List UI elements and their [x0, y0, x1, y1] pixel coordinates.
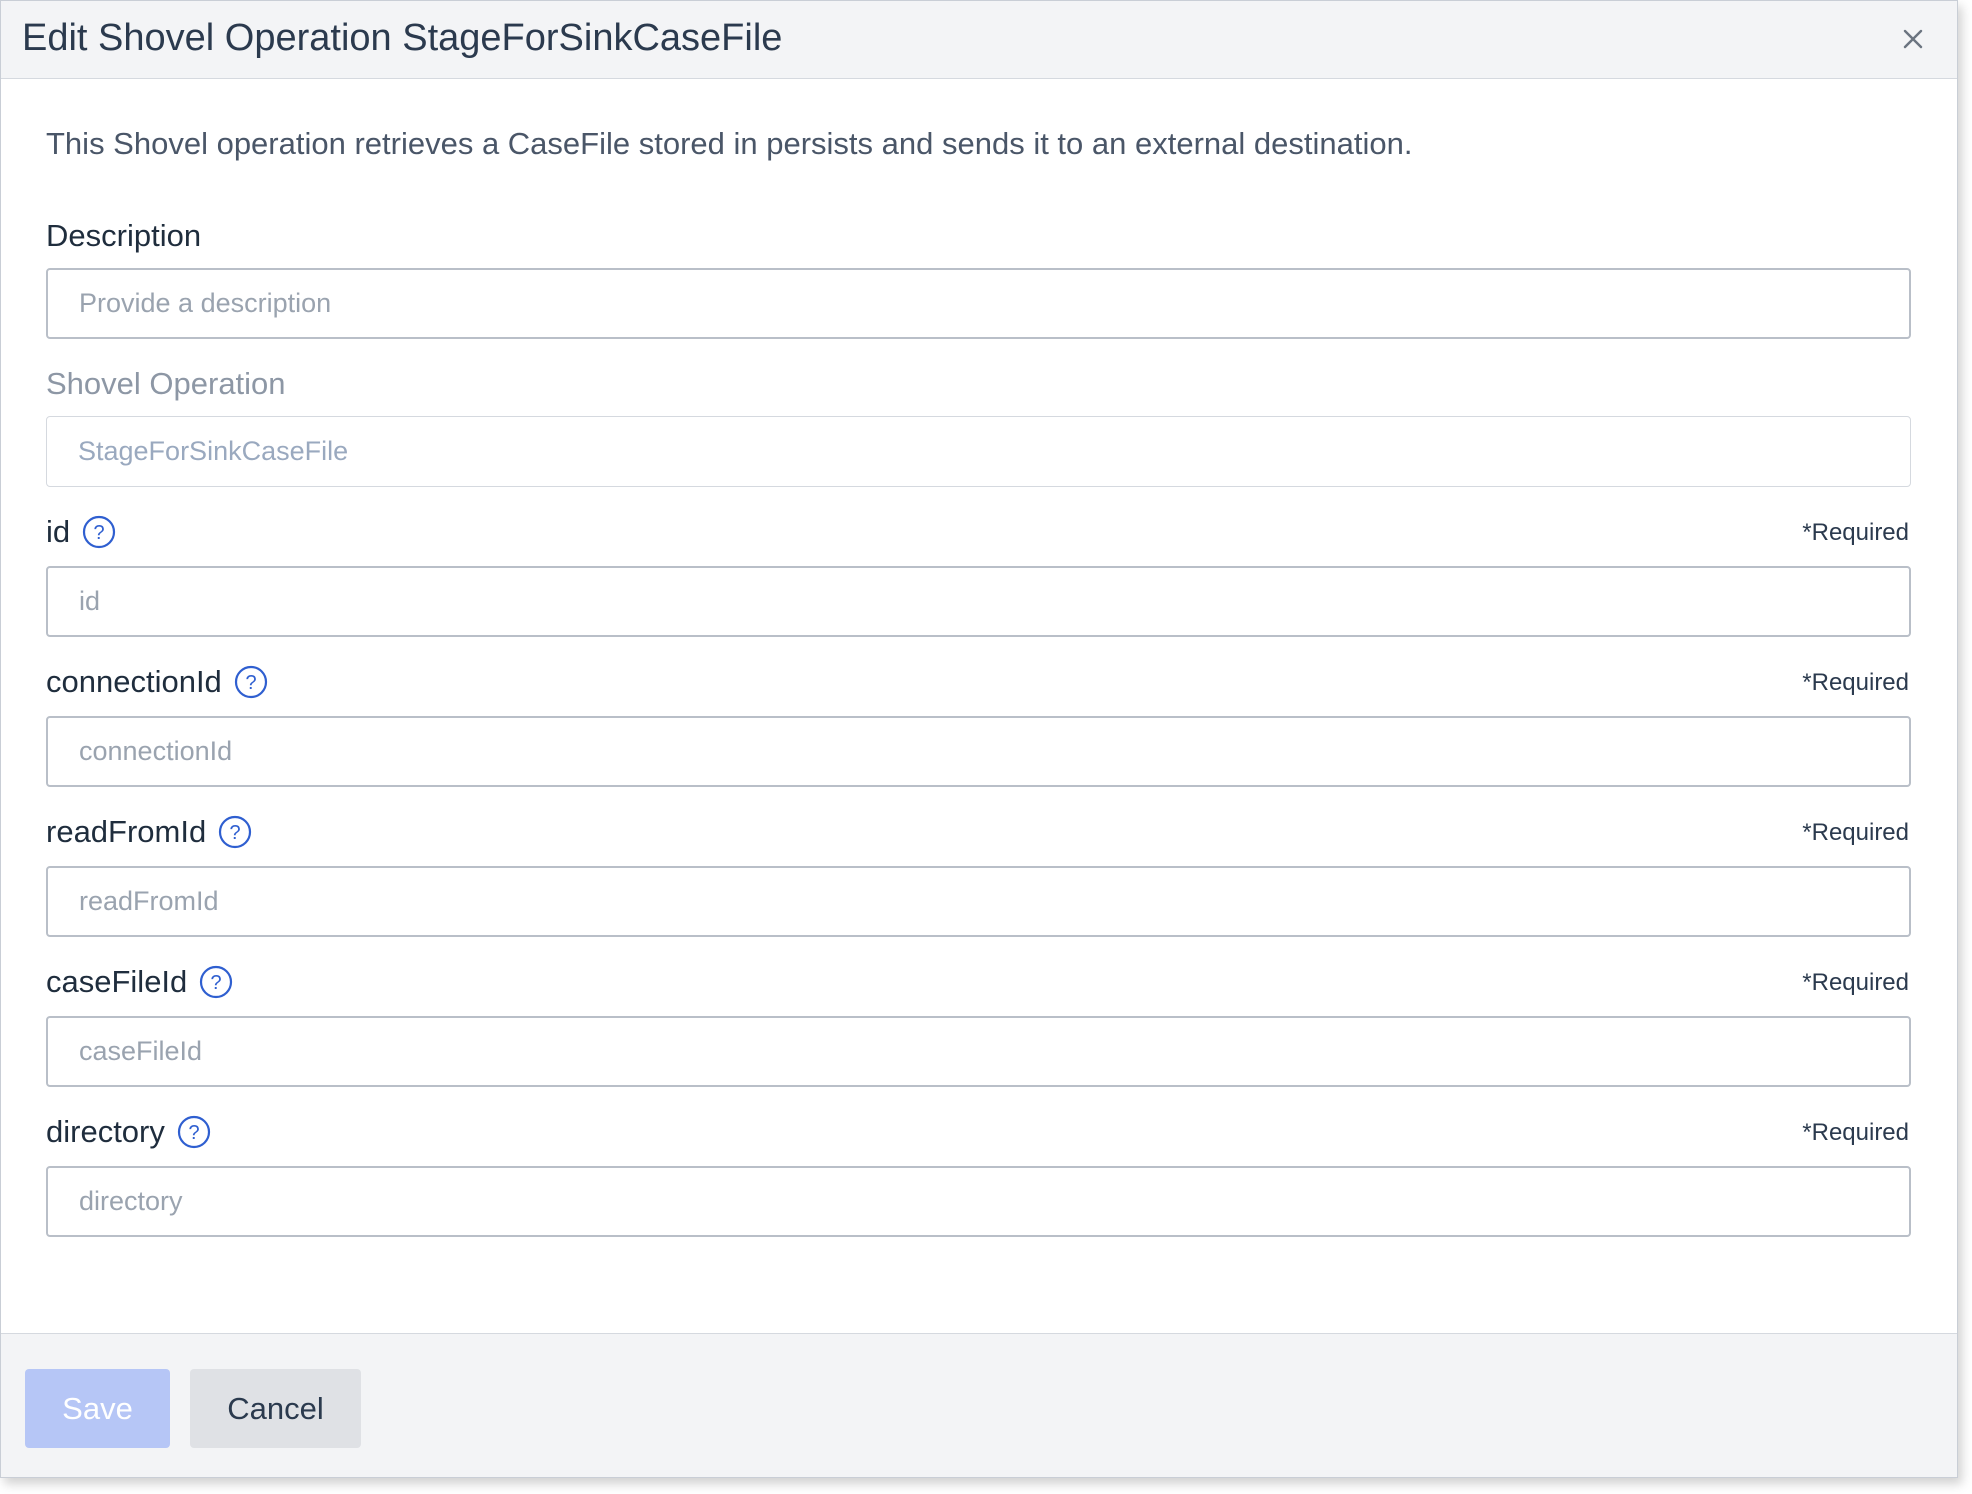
readfromid-label: readFromId ? — [46, 813, 252, 851]
svg-text:?: ? — [211, 972, 222, 994]
connectionid-input[interactable] — [46, 716, 1911, 787]
directory-input[interactable] — [46, 1166, 1911, 1237]
connectionid-required-note: *Required — [1802, 669, 1909, 696]
readfromid-help-icon[interactable]: ? — [218, 815, 252, 849]
id-label: id ? — [46, 513, 116, 551]
id-help-icon[interactable]: ? — [82, 515, 116, 549]
description-label-text: Description — [46, 218, 202, 253]
casefileid-help-icon[interactable]: ? — [199, 965, 233, 999]
edit-shovel-dialog: Edit Shovel Operation StageForSinkCaseFi… — [0, 0, 1958, 1478]
close-button[interactable] — [1899, 25, 1927, 53]
dialog-title: Edit Shovel Operation StageForSinkCaseFi… — [22, 17, 783, 59]
readfromid-label-text: readFromId — [46, 814, 207, 849]
svg-text:?: ? — [230, 822, 241, 844]
close-icon — [1903, 29, 1923, 49]
connectionid-label-text: connectionId — [46, 664, 222, 699]
casefileid-label-text: caseFileId — [46, 964, 188, 999]
id-label-text: id — [46, 514, 71, 549]
id-required-note: *Required — [1802, 519, 1909, 546]
casefileid-required-note: *Required — [1802, 969, 1909, 996]
dialog-intro-text: This Shovel operation retrieves a CaseFi… — [46, 126, 1413, 161]
directory-label-text: directory — [46, 1114, 165, 1149]
cancel-button[interactable]: Cancel — [190, 1369, 361, 1448]
casefileid-label: caseFileId ? — [46, 963, 233, 1001]
dialog-footer: Save Cancel — [1, 1333, 1957, 1477]
connectionid-label: connectionId ? — [46, 663, 268, 701]
casefileid-input[interactable] — [46, 1016, 1911, 1087]
shovel-operation-label-text: Shovel Operation — [46, 366, 286, 401]
connectionid-help-icon[interactable]: ? — [234, 665, 268, 699]
svg-text:?: ? — [245, 672, 256, 694]
directory-required-note: *Required — [1802, 1119, 1909, 1146]
shovel-operation-input — [46, 416, 1911, 487]
id-input[interactable] — [46, 566, 1911, 637]
dialog-header: Edit Shovel Operation StageForSinkCaseFi… — [1, 1, 1957, 79]
readfromid-required-note: *Required — [1802, 819, 1909, 846]
directory-help-icon[interactable]: ? — [177, 1115, 211, 1149]
readfromid-input[interactable] — [46, 866, 1911, 937]
svg-text:?: ? — [94, 522, 105, 544]
save-button[interactable]: Save — [25, 1369, 170, 1448]
directory-label: directory ? — [46, 1113, 211, 1151]
shovel-operation-label: Shovel Operation — [46, 365, 286, 403]
description-label: Description — [46, 217, 201, 255]
svg-text:?: ? — [188, 1122, 199, 1144]
description-input[interactable] — [46, 268, 1911, 339]
